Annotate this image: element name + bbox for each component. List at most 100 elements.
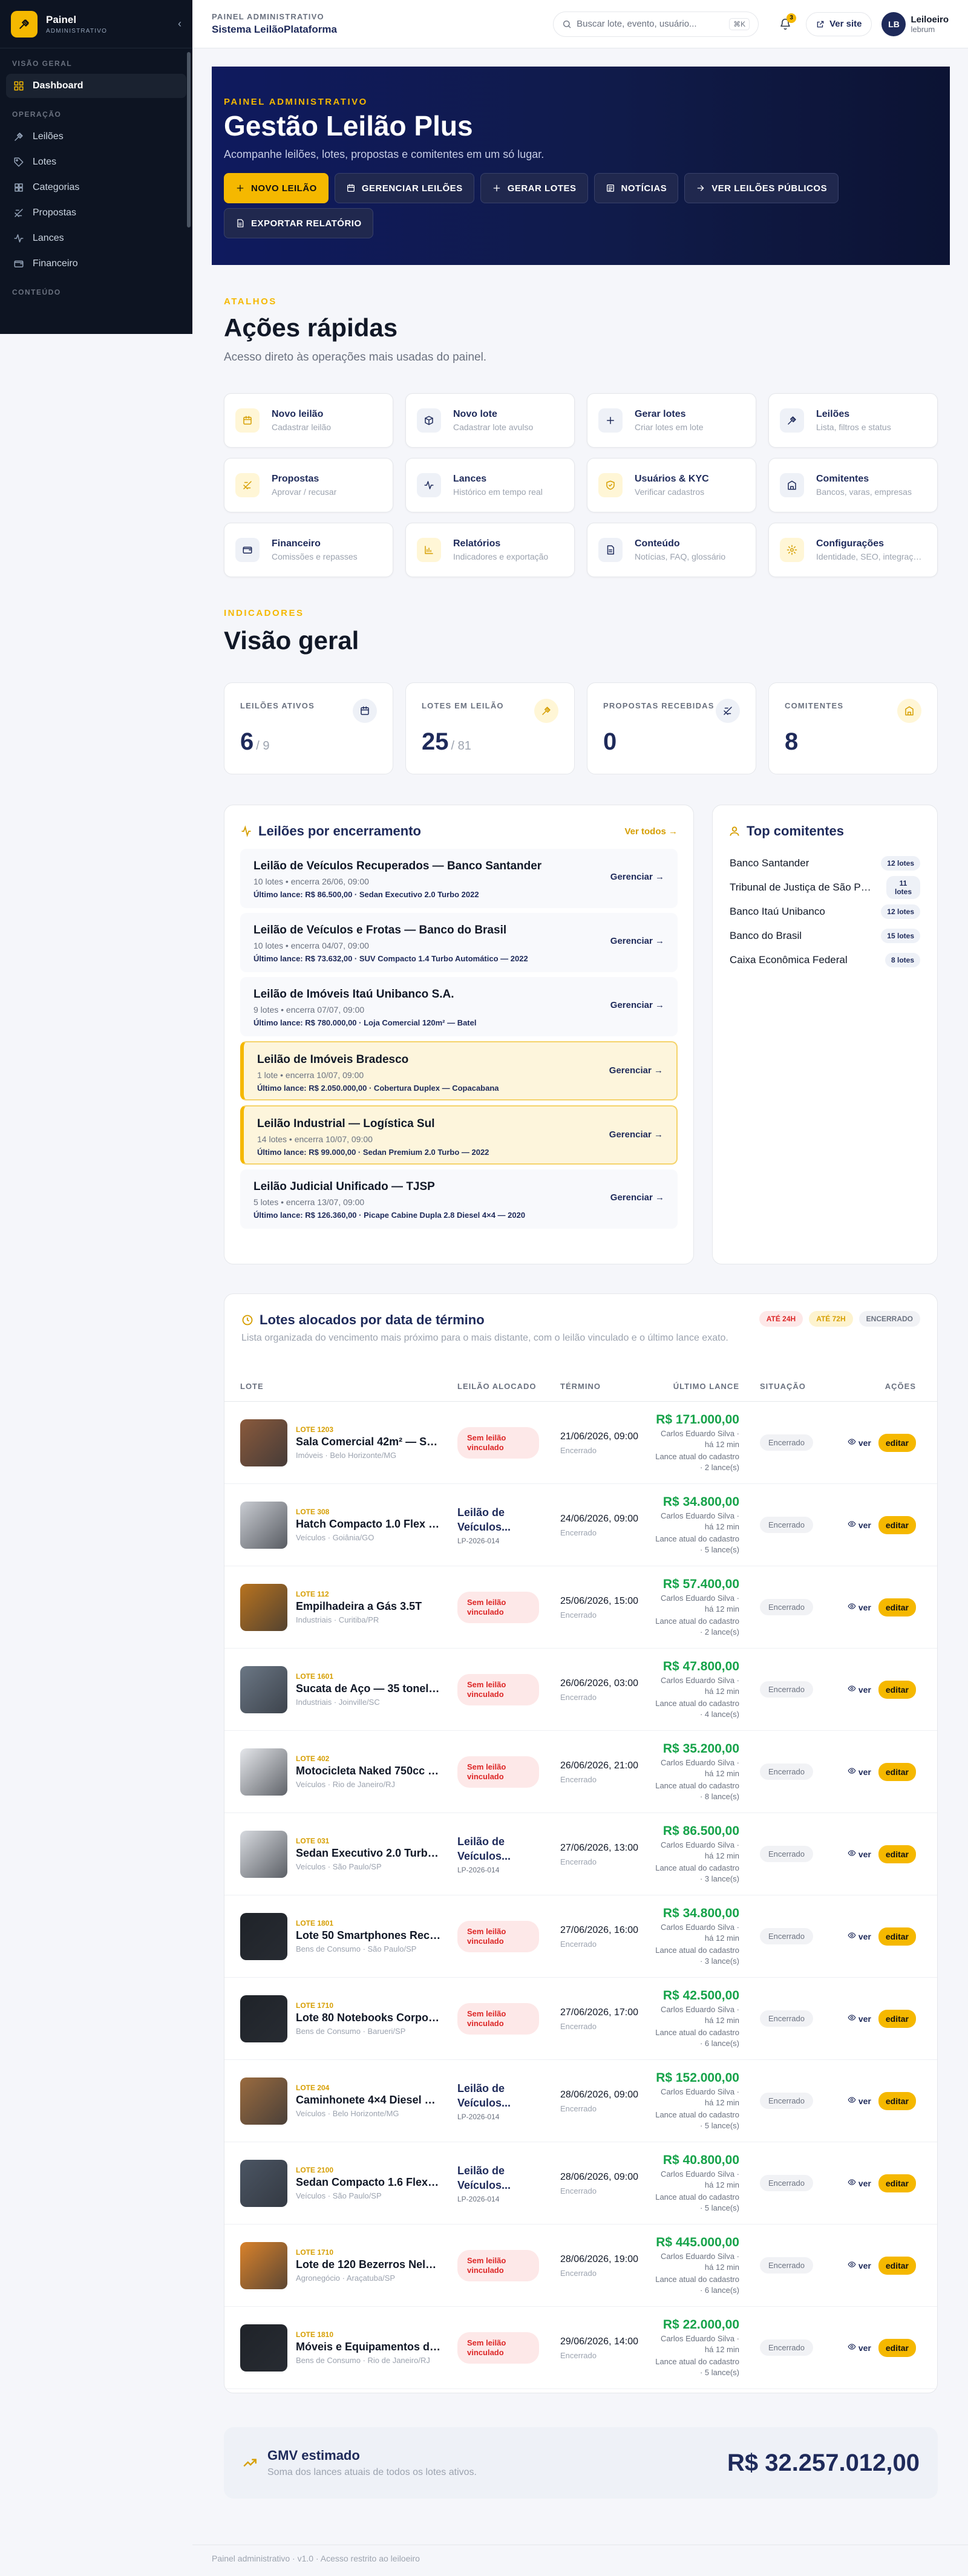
quick-action-card[interactable]: Usuários & KYC Verificar cadastros xyxy=(587,458,756,512)
quick-action-card[interactable]: Novo lote Cadastrar lote avulso xyxy=(405,393,575,448)
quick-action-card[interactable]: Novo leilão Cadastrar leilão xyxy=(224,393,393,448)
view-button[interactable]: ver xyxy=(848,2178,871,2188)
hero-action-label: GERAR LOTES xyxy=(507,183,577,194)
status-badge: Encerrado xyxy=(760,1846,813,1862)
end-cell: 27/06/2026, 16:00 Encerrado xyxy=(560,1924,651,1949)
view-label: ver xyxy=(858,2342,871,2353)
kpi-value-row: 8 xyxy=(785,728,921,756)
sidebar-item-lances[interactable]: Lances xyxy=(6,226,186,250)
sidebar-item-lotes[interactable]: Lotes xyxy=(6,150,186,174)
quick-action-card[interactable]: Financeiro Comissões e repasses xyxy=(224,523,393,577)
comitente-name: Banco Santander xyxy=(730,857,809,869)
quick-action-card[interactable]: Conteúdo Notícias, FAQ, glossário xyxy=(587,523,756,577)
bidder: Carlos Eduardo Silva · há 12 min xyxy=(660,2251,739,2272)
edit-button[interactable]: editar xyxy=(878,1762,916,1781)
lot-title[interactable]: Sedan Compacto 1.6 Flex — 2020 xyxy=(296,2176,441,2189)
lot-title[interactable]: Lote de 120 Bezerros Nelore xyxy=(296,2258,441,2271)
end-status: Encerrado xyxy=(560,2351,597,2360)
view-button[interactable]: ver xyxy=(848,2342,871,2353)
sidebar-item-propostas[interactable]: Propostas xyxy=(6,201,186,225)
manage-auction-link[interactable]: Gerenciar → xyxy=(609,1065,663,1076)
sidebar-scrollbar[interactable] xyxy=(187,52,191,227)
lot-title[interactable]: Lote 80 Notebooks Corporativos xyxy=(296,2012,441,2024)
quick-action-card[interactable]: Propostas Aprovar / recusar xyxy=(224,458,393,512)
view-site-button[interactable]: Ver site xyxy=(806,11,872,36)
linked-auction-link[interactable]: Leilão de Veículos... xyxy=(457,2081,560,2110)
edit-button[interactable]: editar xyxy=(878,1927,916,1946)
last-bid-value: R$ 47.800,00 xyxy=(662,1659,739,1673)
lot-thumbnail xyxy=(240,1666,287,1713)
view-button[interactable]: ver xyxy=(848,1684,871,1695)
edit-button[interactable]: editar xyxy=(878,2338,916,2357)
last-bid-cell: R$ 152.000,00 Carlos Eduardo Silva · há 1… xyxy=(651,2071,748,2131)
footer: Painel administrativo · v1.0 · Acesso re… xyxy=(192,2545,968,2576)
manage-auction-link[interactable]: Gerenciar → xyxy=(609,1129,663,1140)
edit-button[interactable]: editar xyxy=(878,2009,916,2028)
linked-auction-link[interactable]: Leilão de Veículos... xyxy=(457,1505,560,1534)
sidebar-item-leilões[interactable]: Leilões xyxy=(6,125,186,149)
hero-action-button[interactable]: VER LEILÕES PÚBLICOS xyxy=(684,173,839,203)
auction-last-bid: Último lance: R$ 73.632,00 · SUV Compact… xyxy=(253,954,528,963)
lot-cell: LOTE 1601 Sucata de Aço — 35 toneladas Ind… xyxy=(224,1666,457,1713)
linked-auction-link[interactable]: Leilão de Veículos... xyxy=(457,1834,560,1863)
actions-cell: ver editar xyxy=(839,1927,929,1946)
hero-action-button[interactable]: NOTÍCIAS xyxy=(594,173,679,203)
quick-action-card[interactable]: Gerar lotes Criar lotes em lote xyxy=(587,393,756,448)
edit-button[interactable]: editar xyxy=(878,2174,916,2192)
view-button[interactable]: ver xyxy=(848,1767,871,1777)
view-button[interactable]: ver xyxy=(848,1520,871,1530)
hero-action-button[interactable]: GERAR LOTES xyxy=(480,173,588,203)
quick-action-card[interactable]: Relatórios Indicadores e exportação xyxy=(405,523,575,577)
lot-title[interactable]: Motocicleta Naked 750cc — 2020 xyxy=(296,1765,441,1777)
view-button[interactable]: ver xyxy=(848,2260,871,2270)
quick-action-card[interactable]: Leilões Lista, filtros e status xyxy=(768,393,938,448)
search-input[interactable]: Buscar lote, evento, usuário... ⌘K xyxy=(553,11,759,37)
notifications-button[interactable]: 3 xyxy=(774,13,797,35)
col-lote: LOTE xyxy=(240,1382,264,1391)
manage-auction-link[interactable]: Gerenciar → xyxy=(610,872,664,882)
hero-action-button[interactable]: NOVO LEILÃO xyxy=(224,173,329,203)
lot-title[interactable]: Móveis e Equipamentos de Escritório xyxy=(296,2341,441,2353)
lot-title[interactable]: Sucata de Aço — 35 toneladas xyxy=(296,1682,441,1695)
hero-action-button[interactable]: EXPORTAR RELATÓRIO xyxy=(224,208,373,238)
lot-title[interactable]: Sala Comercial 42m² — Savassi xyxy=(296,1436,441,1448)
quick-action-card[interactable]: Comitentes Bancos, varas, empresas xyxy=(768,458,938,512)
lot-title[interactable]: Caminhonete 4×4 Diesel — 2019 xyxy=(296,2094,441,2107)
lot-category: Industriais · Curitiba/PR xyxy=(296,1615,379,1624)
manage-auction-link[interactable]: Gerenciar → xyxy=(610,936,664,946)
comitente-count-badge: 11 lotes xyxy=(886,876,920,899)
linked-auction-link[interactable]: Leilão de Veículos... xyxy=(457,2163,560,2192)
lot-title[interactable]: Hatch Compacto 1.0 Flex — 2021 xyxy=(296,1518,441,1531)
sidebar-item-categorias[interactable]: Categorias xyxy=(6,175,186,200)
manage-auction-link[interactable]: Gerenciar → xyxy=(610,1000,664,1010)
quick-action-card[interactable]: Lances Histórico em tempo real xyxy=(405,458,575,512)
view-button[interactable]: ver xyxy=(848,1437,871,1448)
edit-button[interactable]: editar xyxy=(878,1845,916,1863)
table-row: LOTE 308 Hatch Compacto 1.0 Flex — 2021 Ve… xyxy=(224,1484,937,1566)
end-date: 26/06/2026, 03:00 xyxy=(560,1678,639,1688)
lot-title[interactable]: Empilhadeira a Gás 3.5T xyxy=(296,1600,422,1613)
quick-action-card[interactable]: Configurações Identidade, SEO, integraçõe… xyxy=(768,523,938,577)
edit-button[interactable]: editar xyxy=(878,1680,916,1699)
edit-button[interactable]: editar xyxy=(878,2256,916,2275)
bidder: Carlos Eduardo Silva · há 12 min xyxy=(660,2169,739,2189)
edit-button[interactable]: editar xyxy=(878,1598,916,1617)
view-button[interactable]: ver xyxy=(848,1602,871,1612)
view-button[interactable]: ver xyxy=(848,2096,871,2106)
view-button[interactable]: ver xyxy=(848,1849,871,1859)
manage-auction-link[interactable]: Gerenciar → xyxy=(610,1192,664,1203)
edit-button[interactable]: editar xyxy=(878,2091,916,2110)
hero-action-button[interactable]: GERENCIAR LEILÕES xyxy=(334,173,474,203)
bidder: Carlos Eduardo Silva · há 12 min xyxy=(660,1757,739,1778)
edit-button[interactable]: editar xyxy=(878,1433,916,1452)
view-all-link[interactable]: Ver todos → xyxy=(624,826,678,837)
view-button[interactable]: ver xyxy=(848,1931,871,1941)
lot-title[interactable]: Lote 50 Smartphones Recondicionados xyxy=(296,1929,441,1942)
user-menu[interactable]: LB Leiloeiro lebrum xyxy=(881,11,949,36)
sidebar-item-dashboard[interactable]: Dashboard xyxy=(6,74,186,98)
collapse-sidebar-icon[interactable]: ‹ xyxy=(178,18,182,30)
edit-button[interactable]: editar xyxy=(878,1515,916,1534)
lot-title[interactable]: Sedan Executivo 2.0 Turbo — 2022 xyxy=(296,1847,441,1860)
view-button[interactable]: ver xyxy=(848,2013,871,2024)
sidebar-item-financeiro[interactable]: Financeiro xyxy=(6,252,186,276)
